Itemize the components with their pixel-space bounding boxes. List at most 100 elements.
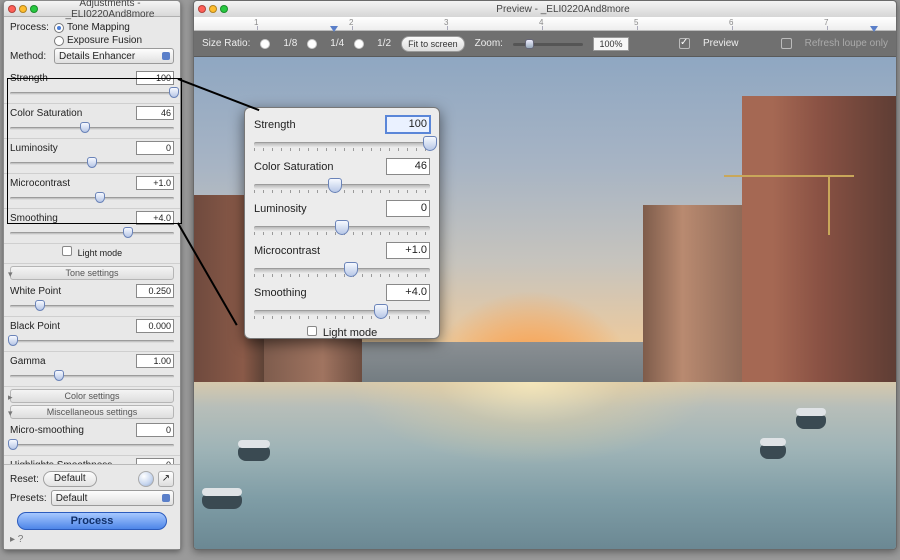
adjustments-title: Adjustments - _ELI0220And8more (44, 0, 176, 20)
saturation-value[interactable]: 46 (386, 158, 430, 175)
micro_smoothing-label: Micro-smoothing (10, 425, 84, 436)
exposure-fusion-label[interactable]: Exposure Fusion (67, 35, 142, 46)
luminosity-param: Luminosity 0 (4, 139, 180, 174)
micro_smoothing-slider[interactable] (10, 439, 174, 451)
saturation-slider[interactable] (254, 178, 430, 194)
preview-titlebar[interactable]: Preview - _ELI0220And8more (194, 1, 896, 17)
white_point-slider[interactable] (10, 300, 174, 312)
reset-default-button[interactable]: Default (43, 471, 97, 487)
microcontrast-slider[interactable] (10, 192, 174, 204)
preview-title: Preview - _ELI0220And8more (234, 4, 892, 15)
close-icon[interactable] (8, 5, 16, 13)
strength-value[interactable]: 100 (136, 71, 174, 85)
smoothing-slider[interactable] (254, 304, 430, 320)
tone-mapping-radio[interactable] (54, 23, 64, 33)
smoothing-value[interactable]: +4.0 (386, 284, 430, 301)
help-icon[interactable]: ▸ ? (10, 534, 23, 545)
saturation-param: Color Saturation 46 (4, 104, 180, 139)
microcontrast-slider[interactable] (254, 262, 430, 278)
process-label: Process: (10, 22, 54, 33)
saturation-param: Color Saturation 46 (254, 158, 430, 194)
tone-settings-header[interactable]: ▾Tone settings (10, 266, 174, 280)
luminosity-value[interactable]: 0 (386, 200, 430, 217)
zoom-value[interactable]: 100% (593, 37, 629, 51)
refresh-loupe-label[interactable]: Refresh loupe only (805, 38, 888, 49)
light-mode-checkbox[interactable] (62, 246, 72, 256)
preview-checkbox[interactable] (679, 38, 690, 49)
luminosity-param: Luminosity 0 (254, 200, 430, 236)
ratio-1-2-label[interactable]: 1/2 (377, 38, 391, 49)
method-select[interactable]: Details Enhancer ▴▾ (54, 48, 174, 64)
strength-slider[interactable] (254, 136, 430, 152)
popout-light-mode-label: Light mode (323, 327, 377, 339)
black_point-value[interactable]: 0.000 (136, 319, 174, 333)
close-icon[interactable] (198, 5, 206, 13)
gamma-value[interactable]: 1.00 (136, 354, 174, 368)
action-icon[interactable]: ↗ (158, 471, 174, 487)
saturation-slider[interactable] (10, 122, 174, 134)
presets-label: Presets: (10, 493, 47, 504)
ruler-marker-icon[interactable] (870, 26, 878, 32)
microcontrast-label: Microcontrast (10, 178, 70, 189)
smoothing-param: Smoothing +4.0 (4, 209, 180, 244)
method-value: Details Enhancer (59, 51, 135, 62)
history-icon[interactable] (138, 471, 154, 487)
color-settings-header[interactable]: ▸Color settings (10, 389, 174, 403)
black_point-param: Black Point 0.000 (4, 317, 180, 352)
misc-settings-header[interactable]: ▾Miscellaneous settings (10, 405, 174, 419)
strength-label: Strength (254, 119, 296, 131)
popout-light-mode-checkbox[interactable] (307, 326, 317, 336)
zoom-slider[interactable] (513, 38, 583, 50)
ruler-marker-icon[interactable] (330, 26, 338, 32)
preview-checkbox-label[interactable]: Preview (703, 38, 739, 49)
white_point-param: White Point 0.250 (4, 282, 180, 317)
method-label: Method: (10, 51, 54, 62)
ratio-1-4-radio[interactable] (307, 39, 317, 49)
white_point-label: White Point (10, 286, 61, 297)
strength-value[interactable]: 100 (386, 116, 430, 133)
zoom-icon[interactable] (220, 5, 228, 13)
ruler: 1234567 (194, 17, 896, 31)
zoom-icon[interactable] (30, 5, 38, 13)
reset-label: Reset: (10, 474, 39, 485)
black_point-slider[interactable] (10, 335, 174, 347)
luminosity-slider[interactable] (10, 157, 174, 169)
strength-param: Strength 100 (254, 116, 430, 152)
params-popout: Strength 100 Color Saturation 46 Luminos… (244, 107, 440, 339)
saturation-value[interactable]: 46 (136, 106, 174, 120)
microcontrast-value[interactable]: +1.0 (136, 176, 174, 190)
crane-icon (724, 175, 854, 177)
luminosity-value[interactable]: 0 (136, 141, 174, 155)
microcontrast-param: Microcontrast +1.0 (4, 174, 180, 209)
strength-param: Strength 100 (4, 69, 180, 104)
adjustments-titlebar[interactable]: Adjustments - _ELI0220And8more (4, 1, 180, 17)
minimize-icon[interactable] (19, 5, 27, 13)
ratio-1-8-radio[interactable] (260, 39, 270, 49)
luminosity-slider[interactable] (254, 220, 430, 236)
presets-select[interactable]: Default▴▾ (51, 490, 174, 506)
luminosity-label: Luminosity (254, 203, 307, 215)
ratio-1-4-label[interactable]: 1/4 (330, 38, 344, 49)
preview-toolbar: Size Ratio: 1/8 1/4 1/2 Fit to screen Zo… (194, 31, 896, 57)
tone-mapping-label[interactable]: Tone Mapping (67, 22, 130, 33)
smoothing-slider[interactable] (10, 227, 174, 239)
gamma-label: Gamma (10, 356, 46, 367)
process-button[interactable]: Process (17, 512, 167, 530)
refresh-loupe-checkbox[interactable] (781, 38, 792, 49)
smoothing-label: Smoothing (10, 213, 58, 224)
smoothing-value[interactable]: +4.0 (136, 211, 174, 225)
gamma-param: Gamma 1.00 (4, 352, 180, 387)
ratio-1-8-label[interactable]: 1/8 (283, 38, 297, 49)
gamma-slider[interactable] (10, 370, 174, 382)
exposure-fusion-radio[interactable] (54, 36, 64, 46)
strength-slider[interactable] (10, 87, 174, 99)
light-mode-label: Light mode (78, 248, 123, 258)
white_point-value[interactable]: 0.250 (136, 284, 174, 298)
micro_smoothing-value[interactable]: 0 (136, 423, 174, 437)
ratio-1-2-radio[interactable] (354, 39, 364, 49)
microcontrast-value[interactable]: +1.0 (386, 242, 430, 259)
microcontrast-label: Microcontrast (254, 245, 320, 257)
minimize-icon[interactable] (209, 5, 217, 13)
adjustments-panel: Adjustments - _ELI0220And8more Process: … (3, 0, 181, 550)
fit-to-screen-button[interactable]: Fit to screen (401, 36, 465, 52)
